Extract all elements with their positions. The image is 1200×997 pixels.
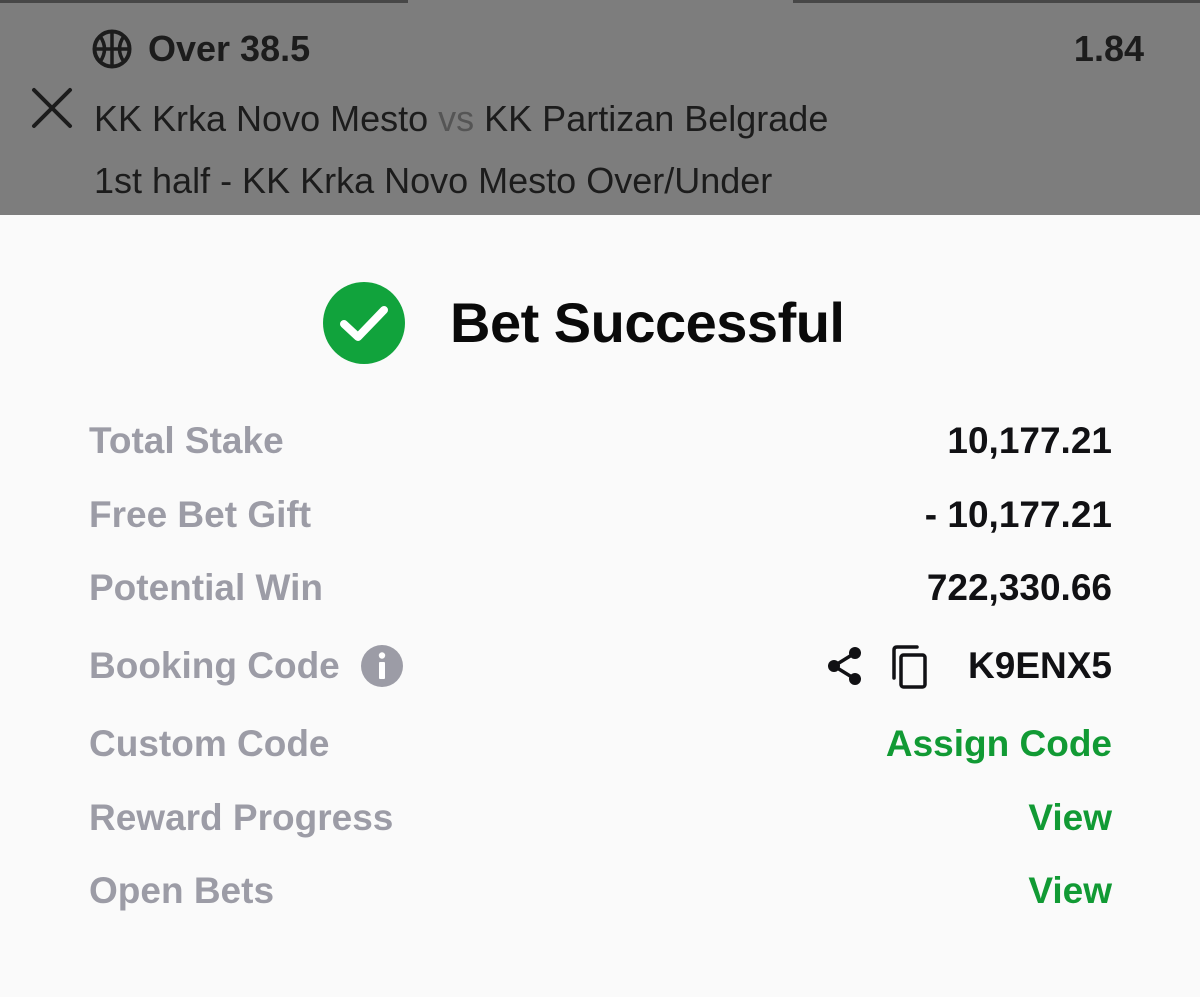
free-bet-gift-row: Free Bet Gift - 10,177.21: [89, 489, 1112, 541]
open-bets-view-link[interactable]: View: [1028, 865, 1112, 917]
check-circle-icon: [323, 282, 405, 364]
total-stake-value: 10,177.21: [947, 420, 1112, 461]
open-bets-row: Open Bets View: [89, 865, 1112, 917]
selection-label: Over 38.5: [148, 28, 311, 69]
vs-separator: vs: [438, 98, 475, 139]
potential-win-value: 722,330.66: [926, 567, 1112, 608]
custom-code-row: Custom Code Assign Code: [89, 718, 1112, 770]
bet-header-overlay: Over 38.5 1.84 KK Krka Novo Mesto vs KK …: [0, 0, 1200, 215]
match-title: KK Krka Novo Mesto vs KK Partizan Belgra…: [94, 96, 828, 142]
total-stake-row: Total Stake 10,177.21: [89, 415, 1112, 467]
total-stake-label: Total Stake: [89, 420, 284, 461]
potential-win-row: Potential Win 722,330.66: [89, 562, 1112, 614]
booking-code-row: Booking Code K9ENX5: [89, 640, 1112, 692]
booking-code-label: Booking Code: [89, 645, 340, 686]
tab-indicator-right: [793, 0, 1200, 3]
market-name: 1st half - KK Krka Novo Mesto Over/Under: [94, 160, 773, 201]
reward-progress-label: Reward Progress: [89, 797, 394, 838]
custom-code-label: Custom Code: [89, 723, 330, 764]
potential-win-label: Potential Win: [89, 567, 323, 608]
reward-progress-row: Reward Progress View: [89, 792, 1112, 844]
free-bet-gift-value: - 10,177.21: [924, 494, 1112, 535]
away-team: KK Partizan Belgrade: [484, 98, 829, 139]
close-icon[interactable]: [28, 84, 76, 132]
tab-indicator-left: [0, 0, 408, 3]
odds-value: 1.84: [1073, 28, 1144, 69]
open-bets-label: Open Bets: [89, 870, 275, 911]
share-icon[interactable]: [824, 644, 866, 688]
booking-code-value[interactable]: K9ENX5: [968, 640, 1112, 692]
info-icon[interactable]: [360, 644, 404, 688]
assign-code-link[interactable]: Assign Code: [886, 718, 1112, 770]
basketball-icon: [92, 29, 132, 69]
copy-icon[interactable]: [888, 644, 932, 690]
reward-progress-view-link[interactable]: View: [1028, 792, 1112, 844]
bet-successful-title: Bet Successful: [450, 291, 845, 354]
free-bet-gift-label: Free Bet Gift: [89, 494, 312, 535]
home-team: KK Krka Novo Mesto: [94, 98, 429, 139]
